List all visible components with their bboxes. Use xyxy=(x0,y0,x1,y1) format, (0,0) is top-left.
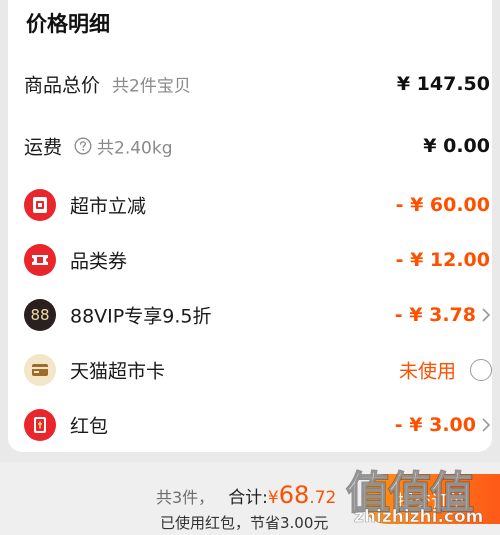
supermarket-discount-icon xyxy=(24,189,56,221)
unused-status-text: 未使用 xyxy=(398,360,456,383)
tmall-card-radio[interactable] xyxy=(470,359,492,381)
vip-discount-amount: - ¥ 3.78 xyxy=(394,304,476,326)
chevron-right-icon[interactable] xyxy=(480,417,492,433)
category-coupon-row[interactable]: 品类券 - ¥ 12.00 xyxy=(0,240,500,280)
card-icon xyxy=(24,354,56,386)
shipping-amount: ¥ 0.00 xyxy=(423,135,490,157)
total-currency: ¥ xyxy=(267,488,279,508)
shipping-weight-text: 共2.40kg xyxy=(97,138,173,159)
supermarket-discount-amount: - ¥ 60.00 xyxy=(395,194,490,216)
goods-total-row: 商品总价 共2件宝贝 ¥ 147.50 xyxy=(0,64,500,104)
category-coupon-label: 品类券 xyxy=(70,250,128,273)
total-amount-dec: .72 xyxy=(309,488,337,508)
supermarket-discount-label: 超市立减 xyxy=(70,195,147,218)
checkout-bar: 共3件， 合计:¥68.72 已使用红包，节省3.00元 提交订单 xyxy=(0,462,500,535)
chevron-right-icon[interactable] xyxy=(480,307,492,323)
vip-discount-label: 88VIP专享9.5折 xyxy=(70,305,212,328)
red-packet-amount: - ¥ 3.00 xyxy=(394,414,476,436)
submit-order-button[interactable]: 提交订单 xyxy=(362,474,500,524)
88vip-badge-text: 88 xyxy=(30,306,50,324)
vip-discount-row[interactable]: 88 88VIP专享9.5折 - ¥ 3.78 xyxy=(0,295,500,335)
goods-count-text: 共2件宝贝 xyxy=(112,76,191,97)
total-amount-int: 68 xyxy=(278,481,310,509)
red-packet-label: 红包 xyxy=(70,415,109,438)
supermarket-discount-row: 超市立减 - ¥ 60.00 xyxy=(0,185,500,225)
order-summary: 共3件， 合计:¥68.72 xyxy=(156,481,336,509)
goods-total-label: 商品总价 xyxy=(24,74,101,97)
red-packet-row[interactable]: 红包 - ¥ 3.00 xyxy=(0,405,500,445)
question-icon[interactable] xyxy=(74,137,92,155)
red-packet-icon xyxy=(24,409,56,441)
tmall-card-row[interactable]: 天猫超市卡 未使用 xyxy=(0,350,500,390)
price-detail-page: 价格明细 商品总价 共2件宝贝 ¥ 147.50 运费 共2.40kg ¥ 0.… xyxy=(0,0,500,535)
saving-text: 已使用红包，节省3.00元 xyxy=(160,514,329,532)
total-label: 合计: xyxy=(228,488,268,508)
shipping-label: 运费 xyxy=(24,136,63,159)
shipping-row: 运费 共2.40kg ¥ 0.00 xyxy=(0,126,500,166)
goods-total-amount: ¥ 147.50 xyxy=(396,73,490,95)
page-title: 价格明细 xyxy=(26,12,110,36)
item-count-text: 共3件， xyxy=(156,488,215,507)
88vip-icon: 88 xyxy=(24,299,56,331)
coupon-ticket-icon xyxy=(24,244,56,276)
category-coupon-amount: - ¥ 12.00 xyxy=(395,249,490,271)
tmall-card-label: 天猫超市卡 xyxy=(70,360,166,383)
